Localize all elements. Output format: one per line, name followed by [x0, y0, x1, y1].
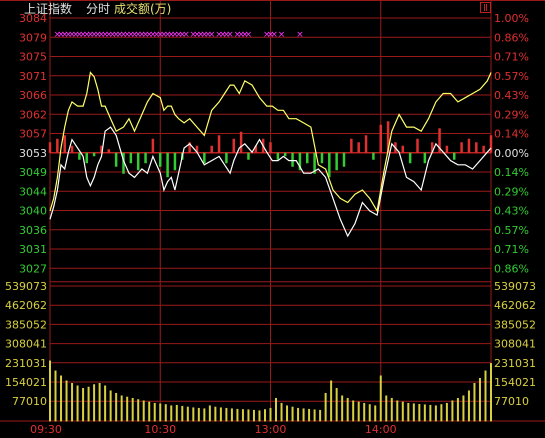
price-tick-label: 3031	[19, 243, 47, 256]
percent-tick-label: 0.00%	[494, 147, 529, 160]
volume-tick-label-right: 385052	[494, 318, 536, 331]
price-tick-label: 3044	[19, 185, 47, 198]
price-tick-label: 3057	[19, 128, 47, 141]
price-tick-label: 3040	[19, 205, 47, 218]
grid	[0, 0, 545, 422]
volume-tick-label: 231031	[5, 357, 47, 370]
signal-marker: ×	[278, 30, 286, 40]
volume-tick-label: 462062	[5, 299, 47, 312]
signal-markers: ×××××××××××××××××××××××××××××××××××× ××××…	[54, 30, 304, 40]
volume-tick-label-right: 231031	[494, 357, 536, 370]
volume-tick-label: 154021	[5, 376, 47, 389]
volume-tick-label-right: 462062	[494, 299, 536, 312]
index-name: 上证指数	[24, 2, 73, 16]
signal-marker: ×	[245, 30, 253, 40]
percent-tick-label: 0.86%	[494, 262, 529, 275]
signal-marker: ×	[296, 30, 304, 40]
percent-tick-label: 0.43%	[494, 89, 529, 102]
percent-tick-label: 0.57%	[494, 224, 529, 237]
chart-menu-icon[interactable]	[480, 2, 491, 13]
intraday-chart[interactable]: ×××××××××××××××××××××××××××××××××××× ××××…	[0, 0, 545, 438]
price-tick-label: 3036	[19, 224, 47, 237]
price-tick-label: 3066	[19, 89, 47, 102]
percent-tick-label: 0.71%	[494, 243, 529, 256]
volume-tick-label-right: 77010	[494, 395, 529, 408]
price-tick-label: 3062	[19, 108, 47, 121]
volume-tick-label-right: 308041	[494, 338, 536, 351]
time-tick-label: 13:00	[255, 423, 287, 436]
volume-tick-label: 77010	[12, 395, 47, 408]
volume-tick-label: 385052	[5, 318, 47, 331]
price-tick-label: 3075	[19, 51, 47, 64]
volume-tick-label-right: 154021	[494, 376, 536, 389]
volume-unit-label: 成交额(万)	[114, 2, 172, 16]
percent-tick-label: 0.29%	[494, 185, 529, 198]
percent-tick-label: 0.71%	[494, 51, 529, 64]
volume-tick-label: 539073	[5, 280, 47, 293]
percent-tick-label: 0.57%	[494, 70, 529, 83]
volume-tick-label-right: 539073	[494, 280, 536, 293]
time-tick-label: 14:00	[365, 423, 397, 436]
percent-tick-label: 1.00%	[494, 12, 529, 25]
price-tick-label: 3053	[19, 147, 47, 160]
percent-tick-label: 0.86%	[494, 31, 529, 44]
percent-tick-label: 0.14%	[494, 128, 529, 141]
percent-tick-label: 0.14%	[494, 166, 529, 179]
time-tick-label: 09:30	[30, 423, 62, 436]
percent-tick-label: 0.29%	[494, 108, 529, 121]
time-mode-label[interactable]: 分时	[86, 1, 110, 17]
price-tick-label: 3049	[19, 166, 47, 179]
price-tick-label: 3079	[19, 31, 47, 44]
price-tick-label: 3027	[19, 262, 47, 275]
time-tick-label: 10:30	[144, 423, 176, 436]
volume-tick-label: 308041	[5, 338, 47, 351]
percent-tick-label: 0.43%	[494, 205, 529, 218]
price-tick-label: 3071	[19, 70, 47, 83]
